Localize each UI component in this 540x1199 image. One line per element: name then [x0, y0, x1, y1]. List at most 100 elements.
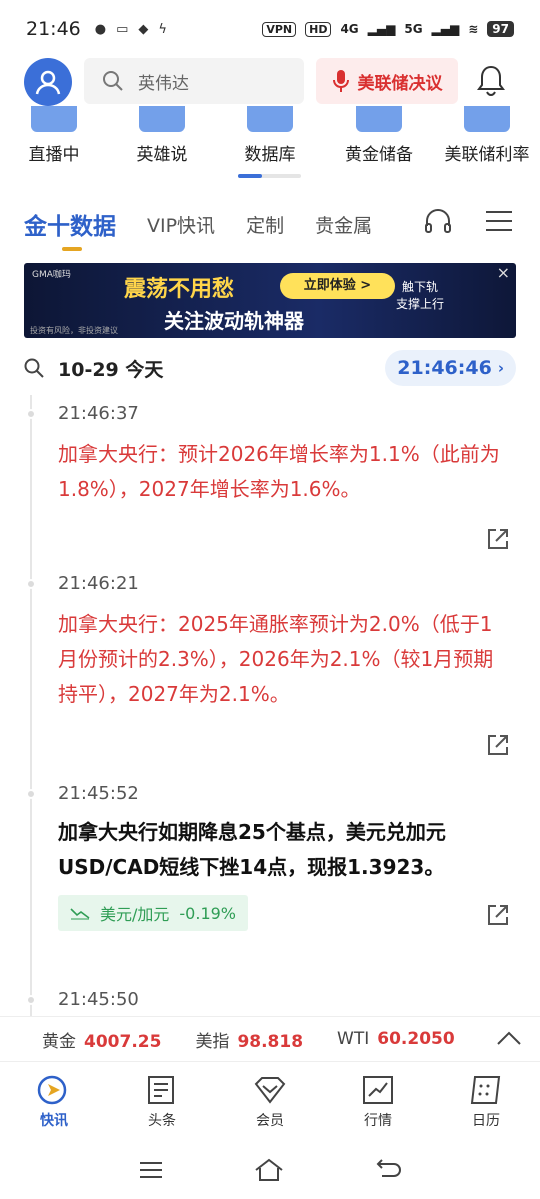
currency-tag[interactable]: 美元/加元 -0.19%	[58, 895, 249, 931]
chevron-right-icon: ›	[497, 359, 504, 377]
ticker-name: 美指	[195, 1031, 230, 1052]
bottom-nav: 快讯 头条 会员 行情 日历	[0, 1064, 540, 1138]
shortcut-label: 美联储利率	[444, 145, 530, 165]
headphones-icon[interactable]	[424, 208, 452, 234]
banner-title-2: 关注波动轨神器	[164, 309, 304, 333]
banner-title-1: 震荡不用愁	[124, 276, 235, 302]
notification-icons: ● ▭ ◆ ϟ	[95, 22, 167, 37]
flash-icon: ϟ	[158, 21, 167, 37]
search-input[interactable]: 英伟达	[84, 58, 304, 104]
search-placeholder: 英伟达	[138, 73, 189, 94]
nav-label: 快讯	[40, 1113, 68, 1129]
ticker-name: WTI	[337, 1029, 370, 1049]
news-feed: 21:46:37 加拿大央行：预计2026年增长率为1.1%（此前为1.8%），…	[0, 395, 540, 1017]
banner-disclaimer: 投资有风险，非投资建议	[30, 326, 118, 335]
wifi-icon: ≋	[468, 22, 479, 36]
nav-headlines[interactable]: 头条	[108, 1064, 216, 1138]
ticker-gold: 黄金 4007.25	[42, 1027, 161, 1052]
banner-try-button[interactable]: 立即体验 >	[280, 273, 395, 299]
shortcut-row: 直播中 英雄说 数据库 黄金储备 美联储利率	[0, 106, 540, 180]
banner-side-line-2: 支撑上行	[396, 297, 445, 311]
shortcut-label: 数据库	[244, 145, 296, 165]
nav-calendar[interactable]: 日历	[432, 1064, 540, 1138]
recent-apps-icon[interactable]	[138, 1160, 164, 1180]
shortcut-heroes[interactable]: 英雄说	[134, 106, 190, 165]
share-icon[interactable]	[486, 733, 510, 757]
tab-precious-metals[interactable]: 贵金属	[315, 211, 372, 238]
banner-side-text: 触下轨 支撑上行	[396, 279, 444, 313]
system-nav-bar	[0, 1140, 540, 1199]
share-icon[interactable]	[486, 903, 510, 927]
search-date-icon[interactable]	[24, 358, 44, 378]
timeline-dot	[26, 409, 36, 419]
banner-side-line-1: 触下轨	[402, 280, 439, 294]
menu-icon[interactable]	[486, 210, 512, 232]
diamond-icon	[254, 1077, 286, 1104]
battery-indicator: 97	[487, 21, 514, 37]
tab-bar: 金十数据 VIP快讯 定制 贵金属	[0, 200, 540, 251]
compass-icon	[37, 1075, 67, 1105]
ticker-value: 60.2050	[377, 1029, 455, 1049]
status-bar: 21:46 ● ▭ ◆ ϟ VPN HD 4G ▂▄▆ 5G ▂▄▆ ≋ 97	[0, 0, 540, 58]
feed-text: 加拿大央行：2025年通胀率预计为2.0%（低于1月份预计的2.3%），2026…	[58, 612, 494, 706]
banner-close-icon[interactable]: ×	[497, 263, 510, 282]
tab-custom[interactable]: 定制	[246, 211, 284, 238]
clock-time: 21:46:46	[397, 357, 492, 379]
live-icon	[31, 106, 77, 132]
search-icon	[103, 71, 123, 91]
feed-text: 加拿大央行：预计2026年增长率为1.1%（此前为1.8%），2027年增长率为…	[58, 442, 500, 501]
ad-banner[interactable]: GMA咖玛 震荡不用愁 立即体验 > 关注波动轨神器 触下轨支撑上行 投资有风险…	[24, 263, 516, 338]
share-icon[interactable]	[486, 527, 510, 551]
shortcut-label: 黄金储备	[345, 145, 413, 165]
nav-market[interactable]: 行情	[324, 1064, 432, 1138]
tag-name: 美元/加元	[100, 905, 170, 924]
fed-decision-label: 美联储决议	[357, 73, 443, 94]
nav-label: 行情	[364, 1113, 392, 1129]
feed-time: 21:45:50	[58, 989, 139, 1010]
user-avatar[interactable]	[24, 58, 72, 106]
bell-icon[interactable]	[476, 64, 506, 100]
chevron-up-icon[interactable]	[496, 1029, 522, 1049]
feed-time: 21:46:21	[58, 573, 139, 594]
nav-membership[interactable]: 会员	[216, 1064, 324, 1138]
nav-label: 头条	[148, 1113, 176, 1129]
tag-change: -0.19%	[179, 903, 237, 923]
vpn-badge: VPN	[262, 21, 297, 37]
chart-icon	[363, 1076, 393, 1104]
back-icon[interactable]	[374, 1158, 402, 1181]
nav-label: 会员	[256, 1113, 284, 1129]
market-ticker[interactable]: 黄金 4007.25 美指 98.818 WTI 60.2050	[0, 1016, 540, 1062]
shortcut-fed-rate[interactable]: 美联储利率	[440, 106, 534, 165]
fed-rate-icon	[464, 106, 510, 132]
signal-icon: ▂▄▆	[367, 22, 396, 36]
gold-reserve-icon	[356, 106, 402, 132]
nav-label: 日历	[472, 1113, 500, 1129]
newspaper-icon	[148, 1076, 174, 1104]
heroes-icon	[139, 106, 185, 132]
date-row: 10-29 今天 21:46:46 ›	[24, 350, 516, 386]
tab-jin10-data[interactable]: 金十数据	[24, 207, 116, 251]
fed-decision-button[interactable]: 美联储决议	[316, 58, 458, 104]
shortcut-label: 直播中	[28, 145, 80, 165]
feed-time: 21:46:37	[58, 403, 139, 424]
ticker-value: 98.818	[237, 1031, 304, 1052]
banner-brand: GMA咖玛	[32, 270, 71, 280]
binance-icon: ◆	[138, 21, 149, 37]
database-icon	[247, 106, 293, 132]
home-icon[interactable]	[254, 1158, 284, 1182]
tab-vip-flash[interactable]: VIP快讯	[147, 211, 215, 238]
shortcut-live[interactable]: 直播中	[26, 106, 82, 165]
live-clock[interactable]: 21:46:46 ›	[385, 350, 516, 386]
signal-icon-2: ▂▄▆	[431, 22, 460, 36]
microphone-icon	[332, 70, 349, 92]
timeline-line	[30, 395, 32, 1017]
nav-flash[interactable]: 快讯	[0, 1064, 108, 1138]
net-5g: 5G	[404, 22, 423, 36]
date-label: 10-29 今天	[58, 358, 164, 381]
timeline-dot	[26, 789, 36, 799]
trend-down-icon	[70, 908, 90, 920]
shortcut-database[interactable]: 数据库	[242, 106, 298, 165]
shortcut-scroll-indicator	[238, 174, 301, 178]
timeline-dot	[26, 579, 36, 589]
shortcut-gold-reserve[interactable]: 黄金储备	[342, 106, 416, 165]
